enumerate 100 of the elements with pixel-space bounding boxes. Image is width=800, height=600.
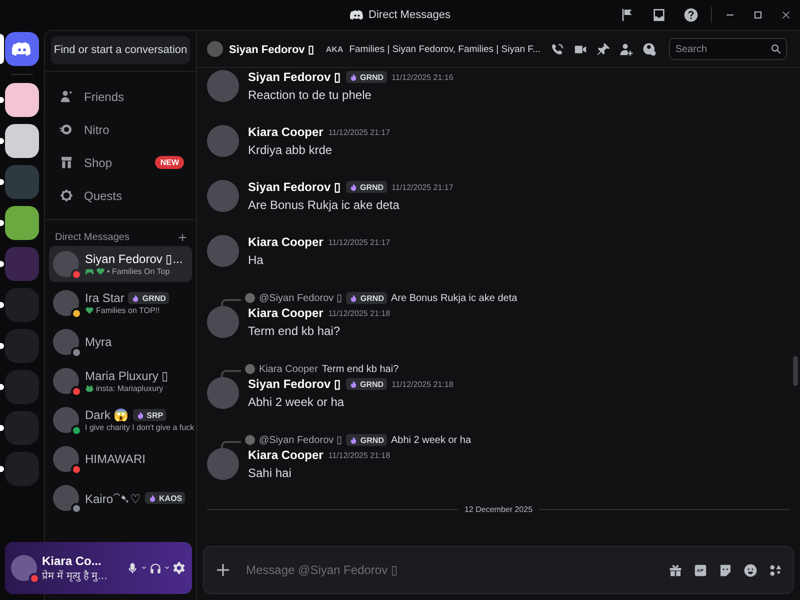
avatar — [207, 41, 223, 57]
author-name[interactable]: Kiara Cooper — [248, 125, 324, 139]
message-text: Ha — [248, 253, 264, 267]
help-icon[interactable] — [683, 7, 699, 23]
author-name[interactable]: Siyan Fedorov ▯ — [248, 70, 342, 84]
inbox-icon[interactable] — [651, 7, 667, 23]
reply-preview[interactable]: Are Bonus Rukja ic ake deta — [390, 292, 518, 304]
dm-item[interactable]: Ira Star GRND Families on TOP!! — [49, 285, 192, 321]
reply-author[interactable]: Kiara Cooper — [259, 364, 318, 374]
message-text: Term end kb hai? — [248, 324, 342, 338]
tag-emblem-icon — [349, 72, 358, 82]
maximize-icon[interactable] — [752, 9, 764, 21]
dm-name: Ira Star — [85, 291, 124, 305]
guild-tag: KAOS — [145, 492, 186, 504]
tag-emblem-icon — [349, 182, 358, 192]
apps-icon[interactable] — [768, 562, 783, 578]
find-conversation-button[interactable]: Find or start a conversation — [51, 36, 190, 64]
timestamp: 11/12/2025 21:17 — [328, 128, 390, 136]
tag-emblem-icon — [349, 294, 358, 302]
author-name[interactable]: Kiara Cooper — [248, 448, 324, 462]
emoji-icon[interactable] — [743, 562, 758, 578]
user-profile-icon[interactable] — [642, 42, 658, 56]
heart-icon — [85, 306, 94, 315]
gamepad-icon — [85, 267, 94, 276]
avatar — [207, 448, 239, 480]
caret-icon[interactable] — [163, 564, 171, 572]
timestamp: 11/12/2025 21:18 — [392, 380, 454, 388]
custom-status: I give charity I don't give a fuck — [85, 423, 194, 432]
user-name: Kiara Co... — [42, 554, 102, 568]
scrollbar-thumb[interactable] — [793, 356, 798, 386]
nav-item[interactable]: Quests — [51, 179, 190, 212]
guild-tag: GRND — [346, 434, 387, 446]
pin-icon[interactable] — [596, 42, 612, 56]
avatar — [53, 407, 79, 433]
reply-author[interactable]: @Siyan Fedorov ▯ — [259, 292, 342, 304]
search-field[interactable]: Search — [669, 38, 788, 60]
attach-plus-icon[interactable] — [214, 561, 232, 579]
add-dm-icon[interactable] — [177, 232, 188, 243]
avatar — [53, 290, 79, 316]
dm-item[interactable]: Myra — [49, 324, 192, 360]
message-text: Reaction to de tu phele — [248, 88, 372, 102]
tag-emblem-icon — [136, 410, 145, 420]
custom-status: Families on TOP!! — [96, 306, 160, 315]
custom-status: प्रेम में मृत्यु है मु... — [42, 569, 108, 582]
dm-item[interactable]: HIMAWARI — [49, 441, 192, 477]
guild-tag: GRND — [128, 292, 169, 304]
reply-preview[interactable]: Term end kb hai? — [322, 364, 399, 374]
aka-names: Families | Siyan Fedorov, Families | Siyan F... — [349, 44, 540, 54]
avatar — [207, 180, 239, 212]
avatar — [53, 446, 79, 472]
author-name[interactable]: Siyan Fedorov ▯ — [248, 180, 342, 194]
dm-item[interactable]: Dark 😱 SRP I give charity I don't give a fuck — [49, 402, 192, 438]
reply-avatar — [245, 364, 255, 374]
author-name[interactable]: Siyan Fedorov ▯ — [248, 377, 342, 391]
gift-icon[interactable] — [668, 562, 683, 578]
window-title: Direct Messages — [368, 9, 450, 21]
server-icon[interactable] — [5, 206, 39, 240]
avatar — [207, 70, 239, 102]
tag-emblem-icon — [349, 380, 358, 388]
reply-avatar — [245, 293, 255, 303]
sticker-icon[interactable] — [718, 562, 733, 578]
settings-icon[interactable] — [172, 561, 186, 575]
avatar — [53, 251, 79, 277]
message-field[interactable]: Message @Siyan Fedorov ▯ — [244, 562, 656, 578]
caret-icon[interactable] — [140, 564, 148, 572]
server-icon[interactable] — [5, 83, 39, 117]
nav-item[interactable]: Friends — [51, 80, 190, 113]
message-text: Sahi hai — [248, 466, 292, 480]
guild-tag: GRND — [346, 292, 387, 304]
guild-tag: GRND — [346, 378, 387, 390]
dm-item[interactable]: Siyan Fedorov ▯... • Families On Top — [49, 246, 192, 282]
message-text: Krdiya abb krde — [248, 143, 334, 157]
add-friend-icon[interactable] — [619, 42, 634, 56]
avatar — [207, 377, 239, 409]
author-name[interactable]: Kiara Cooper — [248, 235, 324, 249]
dm-name: Kairo⁀➷♡ — [85, 490, 142, 506]
date-divider: 12 December 2025 — [464, 504, 533, 514]
heart-icon — [96, 267, 105, 276]
author-name[interactable]: Kiara Cooper — [248, 306, 324, 320]
nav-item[interactable]: Shop NEW — [51, 146, 190, 179]
dm-item[interactable]: Kairo⁀➷♡ KAOS — [49, 480, 192, 516]
frog-icon — [85, 384, 94, 393]
timestamp: 11/12/2025 21:16 — [392, 72, 454, 82]
dm-item[interactable]: Maria Pluxury ▯ insta: Mariapluxury — [49, 363, 192, 399]
reply-author[interactable]: @Siyan Fedorov ▯ — [259, 434, 342, 446]
avatar — [11, 555, 37, 581]
mic-icon[interactable] — [126, 562, 139, 574]
discord-logo-icon — [350, 8, 364, 22]
close-icon[interactable] — [780, 9, 792, 21]
reply-preview[interactable]: Abhi 2 week or ha — [390, 434, 472, 446]
dm-name: Siyan Fedorov ▯... — [85, 252, 183, 266]
server-icon[interactable] — [5, 124, 39, 158]
home-button[interactable] — [5, 32, 39, 66]
voice-call-icon[interactable] — [550, 42, 566, 56]
custom-status: insta: Mariapluxury — [96, 384, 164, 393]
gif-icon[interactable] — [693, 562, 708, 578]
dm-name: Dark 😱 — [85, 408, 129, 422]
headphones-icon[interactable] — [149, 562, 162, 574]
friends-icon — [59, 89, 74, 104]
nav-item[interactable]: Nitro — [51, 113, 190, 146]
